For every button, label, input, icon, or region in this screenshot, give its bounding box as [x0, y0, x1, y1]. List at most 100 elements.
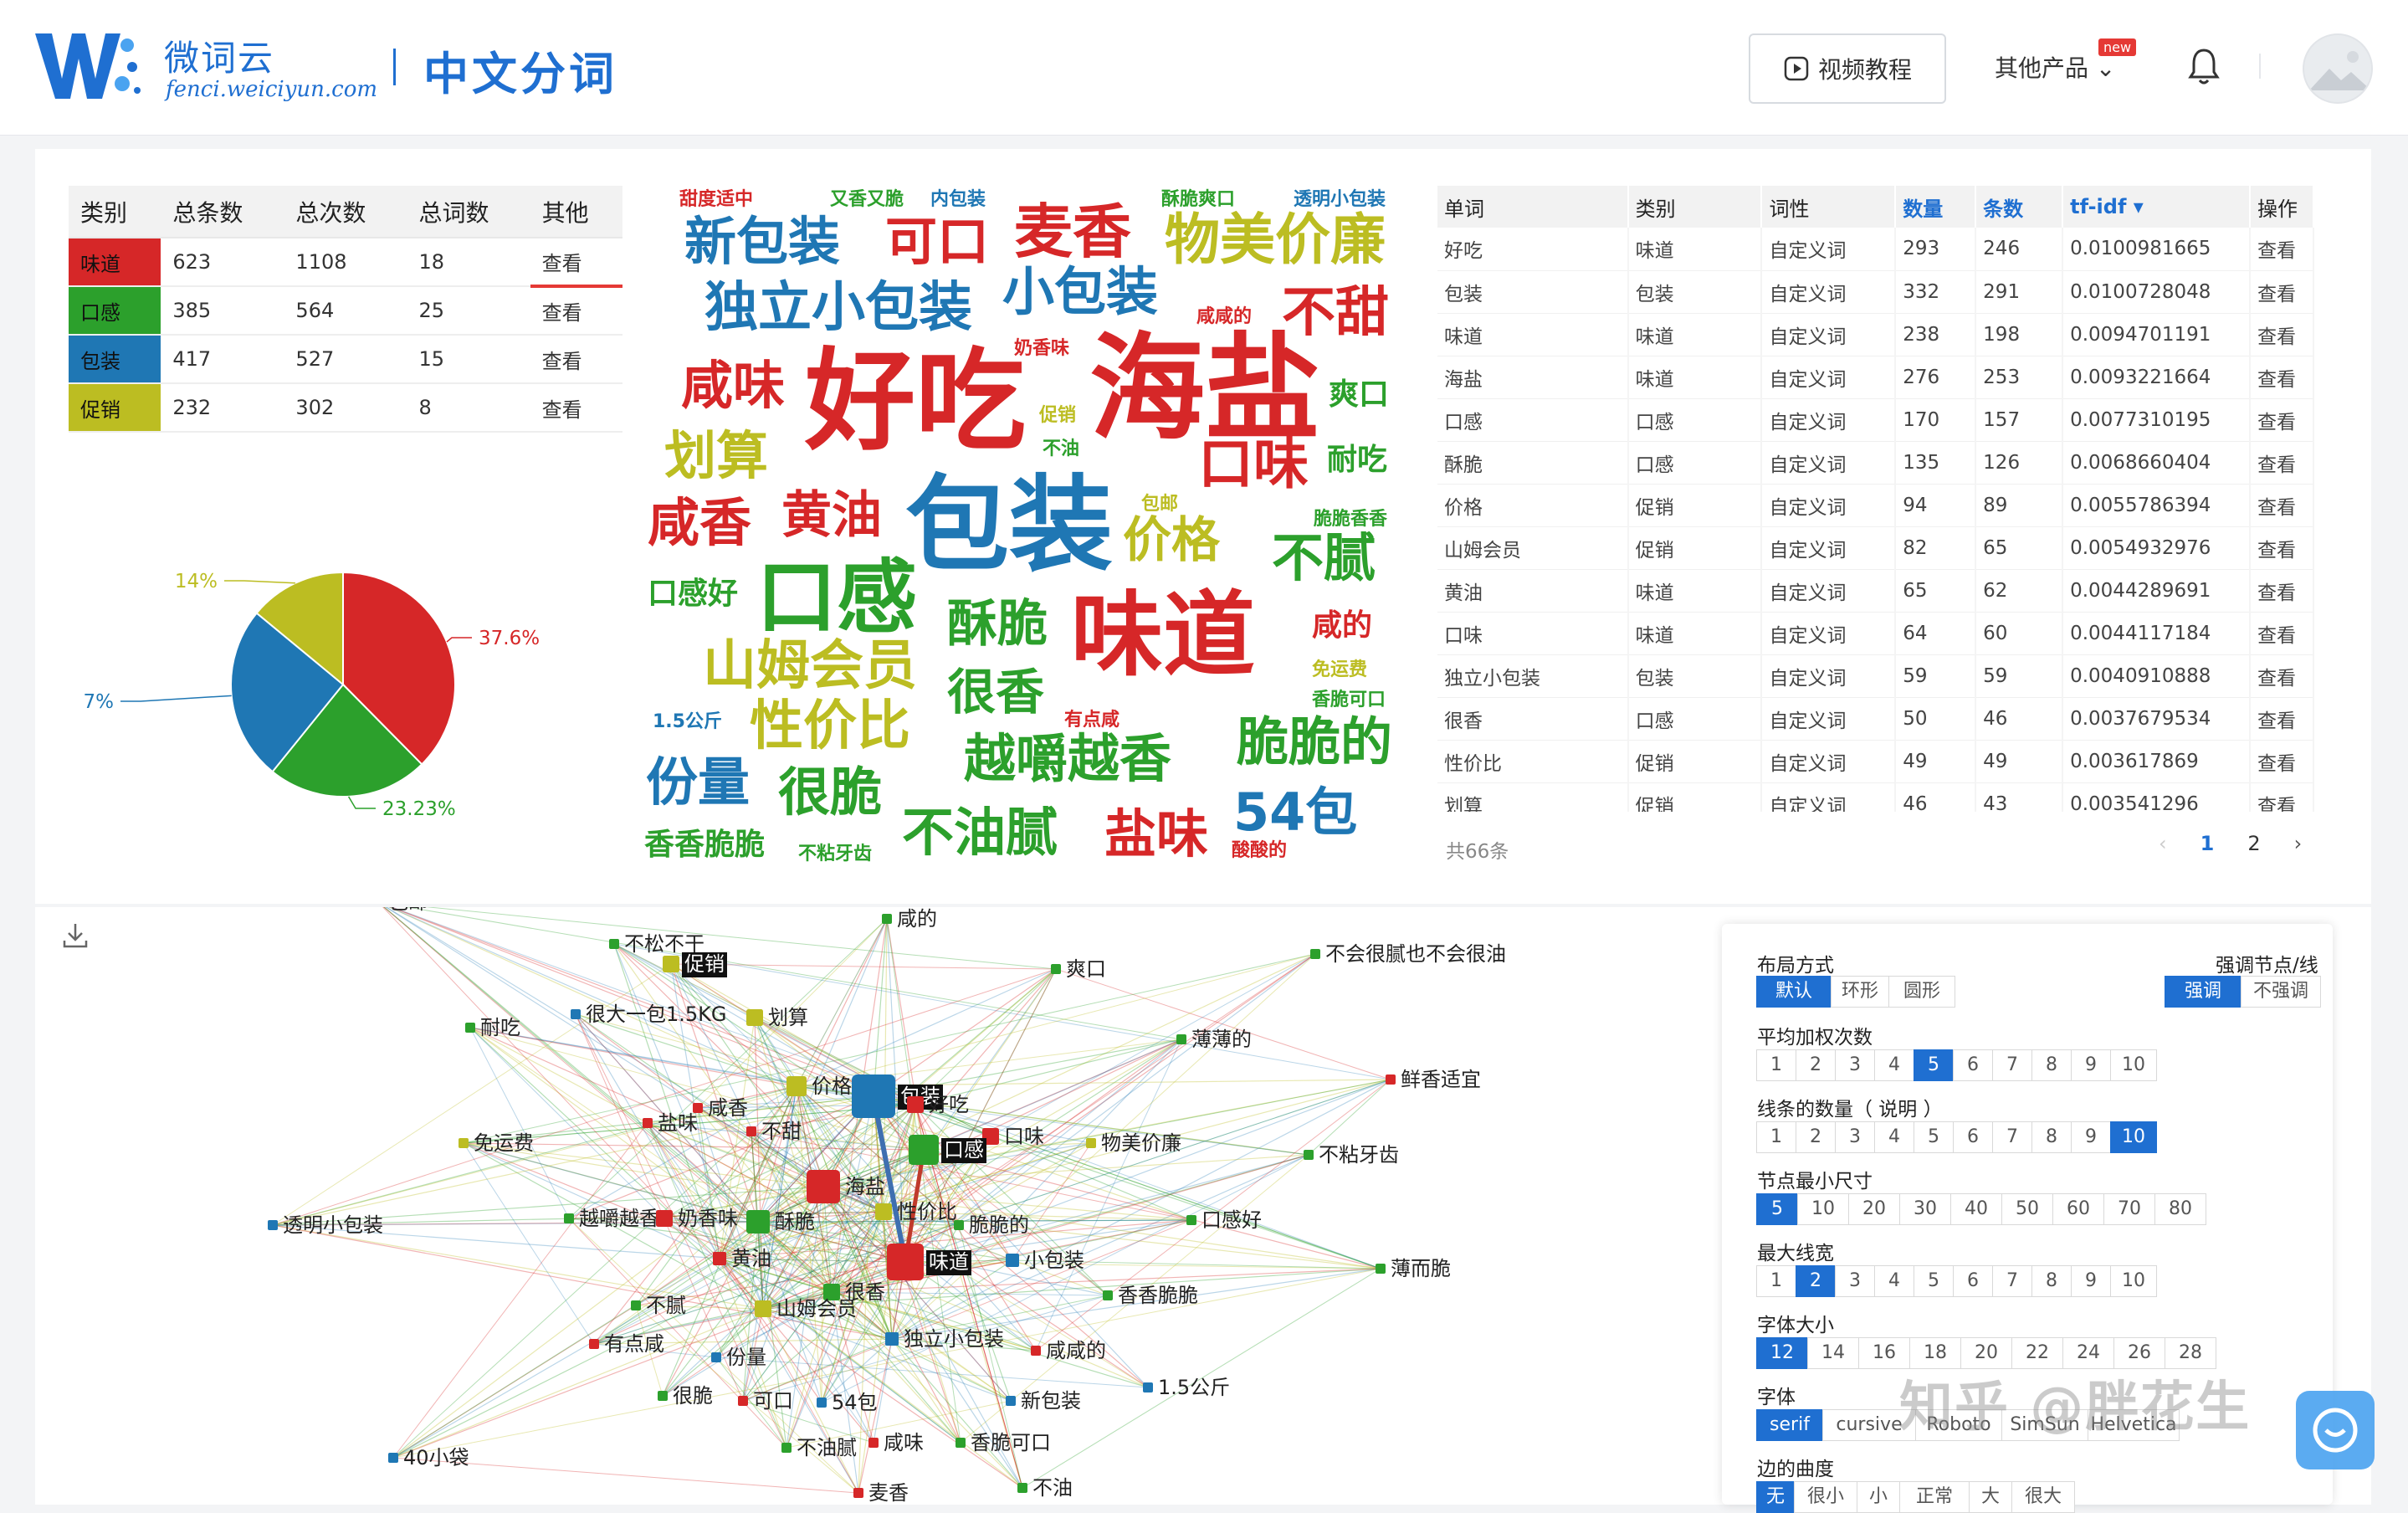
- network-node[interactable]: [907, 1096, 924, 1113]
- edge-curve-selector-option[interactable]: 很大: [2011, 1481, 2075, 1513]
- view-link[interactable]: 查看: [2250, 441, 2314, 485]
- network-node[interactable]: [746, 1210, 770, 1233]
- line-count-selector-option[interactable]: 8: [2031, 1121, 2072, 1153]
- min-node-size-selector-option[interactable]: 50: [2001, 1193, 2053, 1225]
- network-node[interactable]: [1304, 1150, 1314, 1160]
- word-network-graph[interactable]: 包邮咸的不松不干促销爽口不会很腻也不会很油耐吃很大一包1.5KG划算薄薄的价格包…: [35, 907, 1709, 1505]
- layout-toggle-option[interactable]: 环形: [1831, 976, 1889, 1008]
- bell-icon[interactable]: [2187, 47, 2221, 85]
- line-count-selector-option[interactable]: 2: [1796, 1121, 1836, 1153]
- cloud-word[interactable]: 新包装: [684, 216, 840, 268]
- max-line-width-selector-option[interactable]: 6: [1953, 1265, 1993, 1297]
- cloud-word[interactable]: 海盐: [1089, 331, 1320, 447]
- network-node[interactable]: [631, 1300, 641, 1310]
- network-node[interactable]: [954, 1220, 964, 1230]
- avg-weight-selector-option[interactable]: 9: [2071, 1049, 2111, 1081]
- network-node[interactable]: [786, 1076, 807, 1096]
- cloud-word[interactable]: 耐吃: [1327, 445, 1387, 475]
- cloud-word[interactable]: 小包装: [1002, 266, 1158, 318]
- cloud-word[interactable]: 越嚼越香: [964, 733, 1171, 785]
- network-node[interactable]: [1310, 949, 1320, 959]
- line-count-selector-option[interactable]: 7: [1992, 1121, 2032, 1153]
- cloud-word[interactable]: 免运费: [1312, 661, 1367, 680]
- network-node[interactable]: [1017, 1483, 1027, 1493]
- cloud-word[interactable]: 有点咸: [1064, 711, 1119, 730]
- network-node[interactable]: [589, 1339, 599, 1349]
- word-col-header[interactable]: 条数: [1975, 186, 2064, 228]
- video-tutorial-button[interactable]: 视频教程: [1749, 33, 1946, 104]
- cloud-word[interactable]: 口味: [1198, 437, 1309, 492]
- view-link[interactable]: 查看: [530, 286, 622, 336]
- cloud-word[interactable]: 甜度适中: [679, 191, 753, 209]
- cloud-word[interactable]: 很香: [947, 668, 1044, 716]
- cloud-word[interactable]: 可口: [885, 216, 989, 268]
- other-products-menu[interactable]: 其他产品 ⌄: [1995, 50, 2115, 84]
- cloud-word[interactable]: 黄油: [781, 490, 882, 541]
- max-line-width-selector-option[interactable]: 1: [1756, 1265, 1796, 1297]
- network-node[interactable]: [1103, 1290, 1113, 1300]
- cloud-word[interactable]: 口感: [756, 557, 917, 638]
- cloud-word[interactable]: 山姆会员: [703, 639, 917, 693]
- avg-weight-selector-option[interactable]: 7: [1992, 1049, 2032, 1081]
- view-link[interactable]: 查看: [2250, 612, 2314, 655]
- line-count-selector-option[interactable]: 1: [1756, 1121, 1796, 1153]
- network-node[interactable]: [1186, 1215, 1196, 1225]
- cloud-word[interactable]: 口感好: [648, 579, 738, 609]
- cloud-word[interactable]: 酥脆爽口: [1161, 191, 1235, 209]
- cloud-word[interactable]: 脆脆香香: [1314, 510, 1387, 529]
- network-node[interactable]: [388, 1453, 398, 1463]
- edge-curve-selector-option[interactable]: 无: [1756, 1481, 1795, 1513]
- cloud-word[interactable]: 爽口: [1329, 380, 1389, 410]
- cloud-word[interactable]: 内包装: [930, 191, 986, 209]
- avg-weight-selector-option[interactable]: 4: [1874, 1049, 1914, 1081]
- max-line-width-selector-option[interactable]: 10: [2110, 1265, 2157, 1297]
- network-node[interactable]: [755, 1300, 771, 1317]
- edge-curve-selector-option[interactable]: 小: [1857, 1481, 1900, 1513]
- network-node[interactable]: [713, 1252, 726, 1265]
- view-link[interactable]: 查看: [2250, 270, 2314, 314]
- cloud-word[interactable]: 份量: [646, 756, 750, 808]
- view-link[interactable]: 查看: [2250, 526, 2314, 570]
- min-node-size-selector-option[interactable]: 5: [1756, 1193, 1798, 1225]
- network-node[interactable]: [268, 1220, 278, 1230]
- view-link[interactable]: 查看: [2250, 782, 2314, 812]
- max-line-width-selector-option[interactable]: 5: [1914, 1265, 1954, 1297]
- line-count-selector-option[interactable]: 10: [2110, 1121, 2157, 1153]
- line-count-selector-option[interactable]: 3: [1835, 1121, 1875, 1153]
- view-link[interactable]: 查看: [2250, 697, 2314, 741]
- network-node[interactable]: [663, 956, 679, 972]
- cloud-word[interactable]: 物美价廉: [1165, 213, 1386, 268]
- network-node[interactable]: [1086, 1138, 1096, 1148]
- avg-weight-selector-option[interactable]: 8: [2031, 1049, 2072, 1081]
- network-node[interactable]: [571, 1009, 581, 1019]
- cloud-word[interactable]: 促销: [1039, 407, 1076, 425]
- network-node[interactable]: [781, 1443, 792, 1453]
- word-table-container[interactable]: 单词 类别 词性 数量 条数 tf-idf ▾ 操作 好吃 味道 自定义词 293 246 0.010…: [1437, 186, 2314, 812]
- cloud-word[interactable]: 价格: [1123, 515, 1220, 564]
- network-node[interactable]: [711, 1352, 721, 1362]
- avg-weight-selector-option[interactable]: 5: [1914, 1049, 1954, 1081]
- cloud-word[interactable]: 咸的: [1312, 611, 1372, 641]
- min-node-size-selector-option[interactable]: 60: [2052, 1193, 2104, 1225]
- view-link[interactable]: 查看: [2250, 313, 2314, 356]
- cloud-word[interactable]: 好吃: [805, 346, 1026, 457]
- page-2[interactable]: 2: [2247, 832, 2260, 855]
- line-count-selector-option[interactable]: 4: [1874, 1121, 1914, 1153]
- view-link[interactable]: 查看: [530, 335, 622, 384]
- cloud-word[interactable]: 又香又脆: [830, 191, 904, 209]
- cloud-word[interactable]: 香脆可口: [1312, 691, 1386, 710]
- min-node-size-selector-option[interactable]: 40: [1950, 1193, 2002, 1225]
- cloud-word[interactable]: 咸味: [681, 360, 785, 412]
- view-link[interactable]: 查看: [2250, 484, 2314, 527]
- min-node-size-selector-option[interactable]: 80: [2154, 1193, 2206, 1225]
- avg-weight-selector-option[interactable]: 6: [1953, 1049, 1993, 1081]
- edge-curve-selector-option[interactable]: 很小: [1794, 1481, 1857, 1513]
- cloud-word[interactable]: 味道: [1071, 589, 1255, 681]
- network-node[interactable]: [564, 1213, 574, 1223]
- cloud-word[interactable]: 酥脆: [947, 599, 1048, 649]
- network-node[interactable]: [656, 1210, 673, 1227]
- line-count-selector-option[interactable]: 9: [2071, 1121, 2111, 1153]
- network-node[interactable]: [1176, 1034, 1186, 1044]
- cloud-word[interactable]: 盐味: [1104, 808, 1208, 860]
- layout-toggle-option[interactable]: 圆形: [1888, 976, 1955, 1008]
